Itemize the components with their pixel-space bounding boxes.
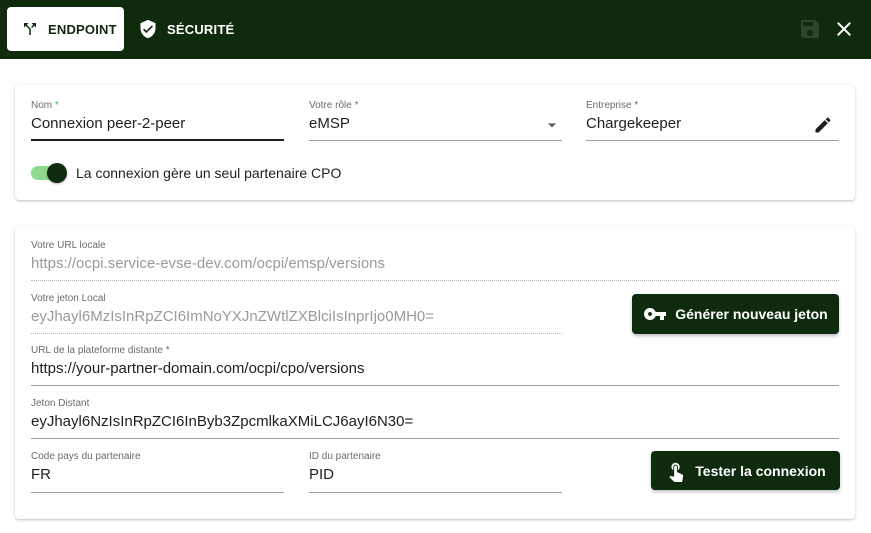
remote-url-underline <box>31 385 839 386</box>
top-bar: ENDPOINT SÉCURITÉ <box>0 0 871 59</box>
party-id-field[interactable]: ID du partenaire PID <box>309 451 562 495</box>
split-arrows-icon <box>24 23 36 35</box>
name-field-underline <box>31 139 284 141</box>
tab-security-label: SÉCURITÉ <box>167 21 235 37</box>
party-id-underline <box>309 492 562 493</box>
save-icon <box>801 20 819 38</box>
single-partner-toggle-label: La connexion gère un seul partenaire CPO <box>76 165 342 181</box>
name-field-value[interactable]: Connexion peer-2-peer <box>31 115 284 132</box>
test-connection-label: Tester la connexion <box>695 462 826 479</box>
local-url-value: https://ocpi.service-evse-dev.com/ocpi/e… <box>31 255 386 272</box>
party-id-label: ID du partenaire <box>309 451 381 462</box>
company-field-label: Entreprise * <box>586 100 639 111</box>
toggle-knob[interactable] <box>47 163 67 183</box>
country-code-label: Code pays du partenaire <box>31 451 141 462</box>
shield-check-icon <box>140 19 156 39</box>
country-code-field[interactable]: Code pays du partenaire FR <box>31 451 284 495</box>
party-id-value[interactable]: PID <box>309 466 562 483</box>
company-field-value[interactable]: Chargekeeper <box>586 115 839 135</box>
local-url-underline <box>31 280 839 281</box>
local-token-underline <box>31 333 562 334</box>
name-field-label: Nom * <box>31 100 59 111</box>
touch-pointer-icon <box>669 462 684 482</box>
generate-token-button[interactable]: Générer nouveau jeton <box>632 294 839 334</box>
role-select-label: Votre rôle * <box>309 100 359 111</box>
remote-url-label: URL de la plateforme distante * <box>31 345 170 356</box>
dropdown-arrow-icon[interactable] <box>542 115 562 135</box>
local-token-value: eyJhayl6MzIsInRpZCI6ImNoYXJnZWtlZXBlciIs… <box>31 308 435 325</box>
company-field[interactable]: Entreprise * Chargekeeper <box>586 100 839 142</box>
local-token-field: Votre jeton Local eyJhayl6MzIsInRpZCI6Im… <box>31 293 562 337</box>
generate-token-label: Générer nouveau jeton <box>675 306 828 322</box>
test-connection-button[interactable]: Tester la connexion <box>651 451 840 490</box>
role-select[interactable]: Votre rôle * eMSP <box>309 100 562 142</box>
close-button[interactable] <box>832 17 856 41</box>
local-url-label: Votre URL locale <box>31 240 106 251</box>
close-icon <box>837 22 851 36</box>
role-select-value[interactable]: eMSP <box>309 115 562 132</box>
remote-token-label: Jeton Distant <box>31 398 90 409</box>
role-select-underline <box>309 140 562 141</box>
name-field[interactable]: Nom * Connexion peer-2-peer <box>31 100 284 142</box>
single-partner-toggle[interactable] <box>31 163 67 183</box>
remote-url-value[interactable]: https://your-partner-domain.com/ocpi/cpo… <box>31 360 839 377</box>
remote-token-field[interactable]: Jeton Distant eyJhayl6NzIsInRpZCI6InByb3… <box>31 398 839 442</box>
remote-token-underline <box>31 438 839 439</box>
tab-security[interactable]: SÉCURITÉ <box>130 7 234 51</box>
edit-pencil-icon[interactable] <box>813 115 833 135</box>
remote-url-field[interactable]: URL de la plateforme distante * https://… <box>31 345 839 389</box>
country-code-underline <box>31 492 284 493</box>
save-button[interactable] <box>798 17 822 41</box>
country-code-value[interactable]: FR <box>31 466 284 483</box>
tab-endpoint[interactable]: ENDPOINT <box>7 7 124 51</box>
tab-endpoint-label: ENDPOINT <box>48 21 117 37</box>
local-token-label: Votre jeton Local <box>31 293 106 304</box>
local-url-field: Votre URL locale https://ocpi.service-ev… <box>31 240 839 284</box>
key-icon <box>644 308 667 320</box>
company-field-underline <box>586 140 839 141</box>
remote-token-value[interactable]: eyJhayl6NzIsInRpZCI6InByb3ZpcmlkaXMiLCJ6… <box>31 413 839 430</box>
